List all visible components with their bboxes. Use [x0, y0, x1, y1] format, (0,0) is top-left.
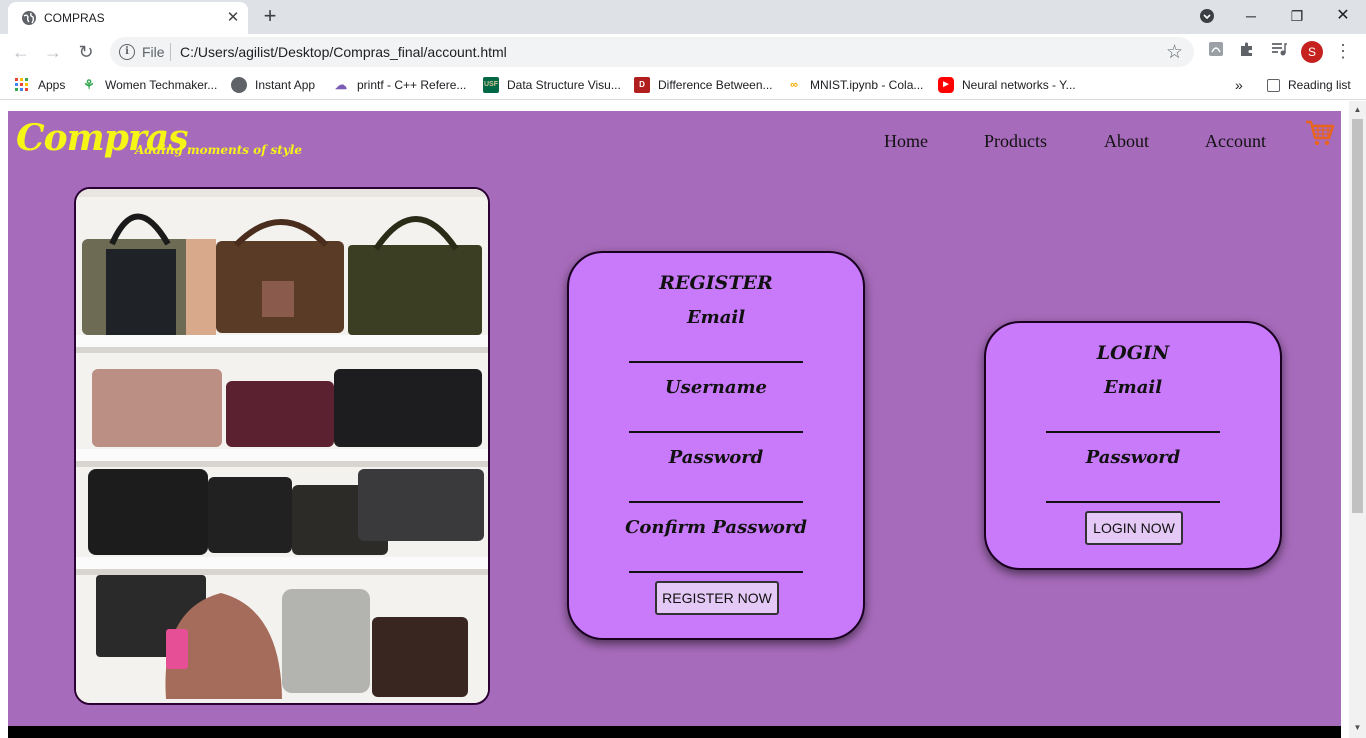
close-tab-icon[interactable]: ✕ — [224, 9, 242, 27]
cpp-reference-icon: ☁ — [335, 78, 347, 92]
nav-products[interactable]: Products — [984, 131, 1047, 152]
reload-button[interactable]: ↻ — [74, 40, 98, 64]
login-now-button[interactable]: LOGIN NOW — [1085, 511, 1183, 545]
page-body: Compras Adding moments of style Home Pro… — [8, 111, 1341, 738]
register-title: REGISTER — [659, 272, 773, 294]
login-email-input[interactable] — [1046, 405, 1220, 433]
bookmark-label: Difference Between... — [658, 78, 773, 92]
restore-button[interactable]: ❐ — [1282, 4, 1312, 28]
close-window-button[interactable]: ✕ — [1328, 4, 1358, 28]
tab-title: COMPRAS — [44, 11, 105, 25]
women-techmakers-icon: ⚘ — [83, 77, 95, 92]
globe-icon — [22, 11, 36, 25]
login-password-label: Password — [1085, 447, 1181, 468]
bookmarks-bar: Apps ⚘ Women Techmaker... Instant App ☁ … — [0, 70, 1366, 100]
login-title: LOGIN — [1096, 342, 1170, 364]
youtube-icon: ▶ — [938, 77, 954, 93]
menu-kebab-icon[interactable]: ⋮ — [1333, 41, 1353, 61]
nav-about[interactable]: About — [1104, 131, 1149, 152]
media-control-icon[interactable] — [1269, 41, 1289, 61]
bookmark-cpp-reference[interactable]: ☁ printf - C++ Refere... — [333, 77, 466, 93]
profile-avatar[interactable]: S — [1301, 41, 1323, 63]
footer — [8, 726, 1341, 738]
login-email-label: Email — [1103, 377, 1163, 398]
td-icon: D — [634, 77, 650, 93]
bookmark-label: Apps — [38, 78, 66, 92]
bookmark-mnist-colab[interactable]: ∞ MNIST.ipynb - Cola... — [786, 77, 923, 93]
extensions-puzzle-icon[interactable] — [1237, 41, 1257, 61]
new-tab-button[interactable]: + — [258, 5, 282, 29]
register-card: REGISTER Email Username Password Confirm… — [567, 251, 865, 640]
bookmark-label: Instant App — [255, 78, 316, 92]
register-email-input[interactable] — [629, 335, 803, 363]
url-scheme: File — [142, 44, 165, 60]
register-username-label: Username — [664, 377, 767, 398]
more-bookmarks-button[interactable]: » — [1235, 77, 1243, 93]
nav-home[interactable]: Home — [884, 131, 928, 152]
bookmark-label: MNIST.ipynb - Cola... — [810, 78, 924, 92]
vertical-scrollbar[interactable]: ▲ ▼ — [1349, 101, 1366, 738]
minimize-button[interactable]: ─ — [1236, 4, 1266, 28]
bookmark-data-structure[interactable]: USF Data Structure Visu... — [483, 77, 621, 93]
info-icon[interactable]: i — [119, 44, 135, 60]
tab-search-button[interactable] — [1192, 4, 1222, 28]
usf-icon: USF — [483, 77, 499, 93]
back-button[interactable]: ← — [9, 40, 33, 64]
apps-grid-icon — [15, 78, 28, 91]
bookmark-star-icon[interactable]: ☆ — [1166, 41, 1183, 64]
divider — [170, 43, 171, 61]
login-password-input[interactable] — [1046, 475, 1220, 503]
bookmark-women-techmakers[interactable]: ⚘ Women Techmaker... — [81, 77, 217, 93]
forward-button[interactable]: → — [41, 40, 65, 64]
bookmark-label: Women Techmaker... — [105, 78, 218, 92]
bookmark-instant-app[interactable]: Instant App — [231, 77, 315, 93]
login-card: LOGIN Email Password LOGIN NOW — [984, 321, 1282, 570]
register-confirm-input[interactable] — [629, 545, 803, 573]
reading-list-label: Reading list — [1288, 78, 1351, 92]
scroll-down-arrow-icon[interactable]: ▼ — [1353, 723, 1362, 732]
scroll-up-arrow-icon[interactable]: ▲ — [1353, 105, 1362, 114]
reading-list-icon — [1267, 78, 1280, 92]
tab-strip: COMPRAS ✕ + ─ ❐ ✕ — [0, 0, 1366, 34]
bookmark-label: Neural networks - Y... — [962, 78, 1076, 92]
url-text[interactable]: C:/Users/agilist/Desktop/Compras_final/a… — [180, 44, 507, 60]
nav-account[interactable]: Account — [1205, 131, 1266, 152]
bookmark-label: Data Structure Visu... — [507, 78, 621, 92]
register-confirm-label: Confirm Password — [625, 517, 807, 538]
colab-icon: ∞ — [790, 79, 798, 91]
site-tagline: Adding moments of style — [135, 143, 302, 157]
handbags-shelf-image — [74, 187, 490, 705]
shopping-cart-icon[interactable] — [1304, 116, 1336, 148]
bookmark-apps[interactable]: Apps — [14, 77, 65, 93]
browser-toolbar: ← → ↻ i File C:/Users/agilist/Desktop/Co… — [0, 34, 1366, 70]
bookmark-neural-networks[interactable]: ▶ Neural networks - Y... — [938, 77, 1076, 93]
scrollbar-thumb[interactable] — [1352, 119, 1363, 513]
globe-icon — [231, 77, 247, 93]
register-password-label: Password — [668, 447, 764, 468]
chevron-down-icon — [1200, 9, 1214, 23]
address-bar[interactable]: i File C:/Users/agilist/Desktop/Compras_… — [110, 37, 1194, 67]
bookmark-label: printf - C++ Refere... — [357, 78, 467, 92]
register-username-input[interactable] — [629, 405, 803, 433]
pdf-extension-icon[interactable] — [1206, 41, 1226, 61]
page-viewport: Compras Adding moments of style Home Pro… — [0, 101, 1366, 738]
register-email-label: Email — [686, 307, 746, 328]
register-now-button[interactable]: REGISTER NOW — [655, 581, 779, 615]
register-password-input[interactable] — [629, 475, 803, 503]
bookmark-difference-between[interactable]: D Difference Between... — [634, 77, 773, 93]
browser-tab[interactable]: COMPRAS ✕ — [8, 2, 248, 34]
reading-list-button[interactable]: Reading list — [1267, 77, 1351, 93]
